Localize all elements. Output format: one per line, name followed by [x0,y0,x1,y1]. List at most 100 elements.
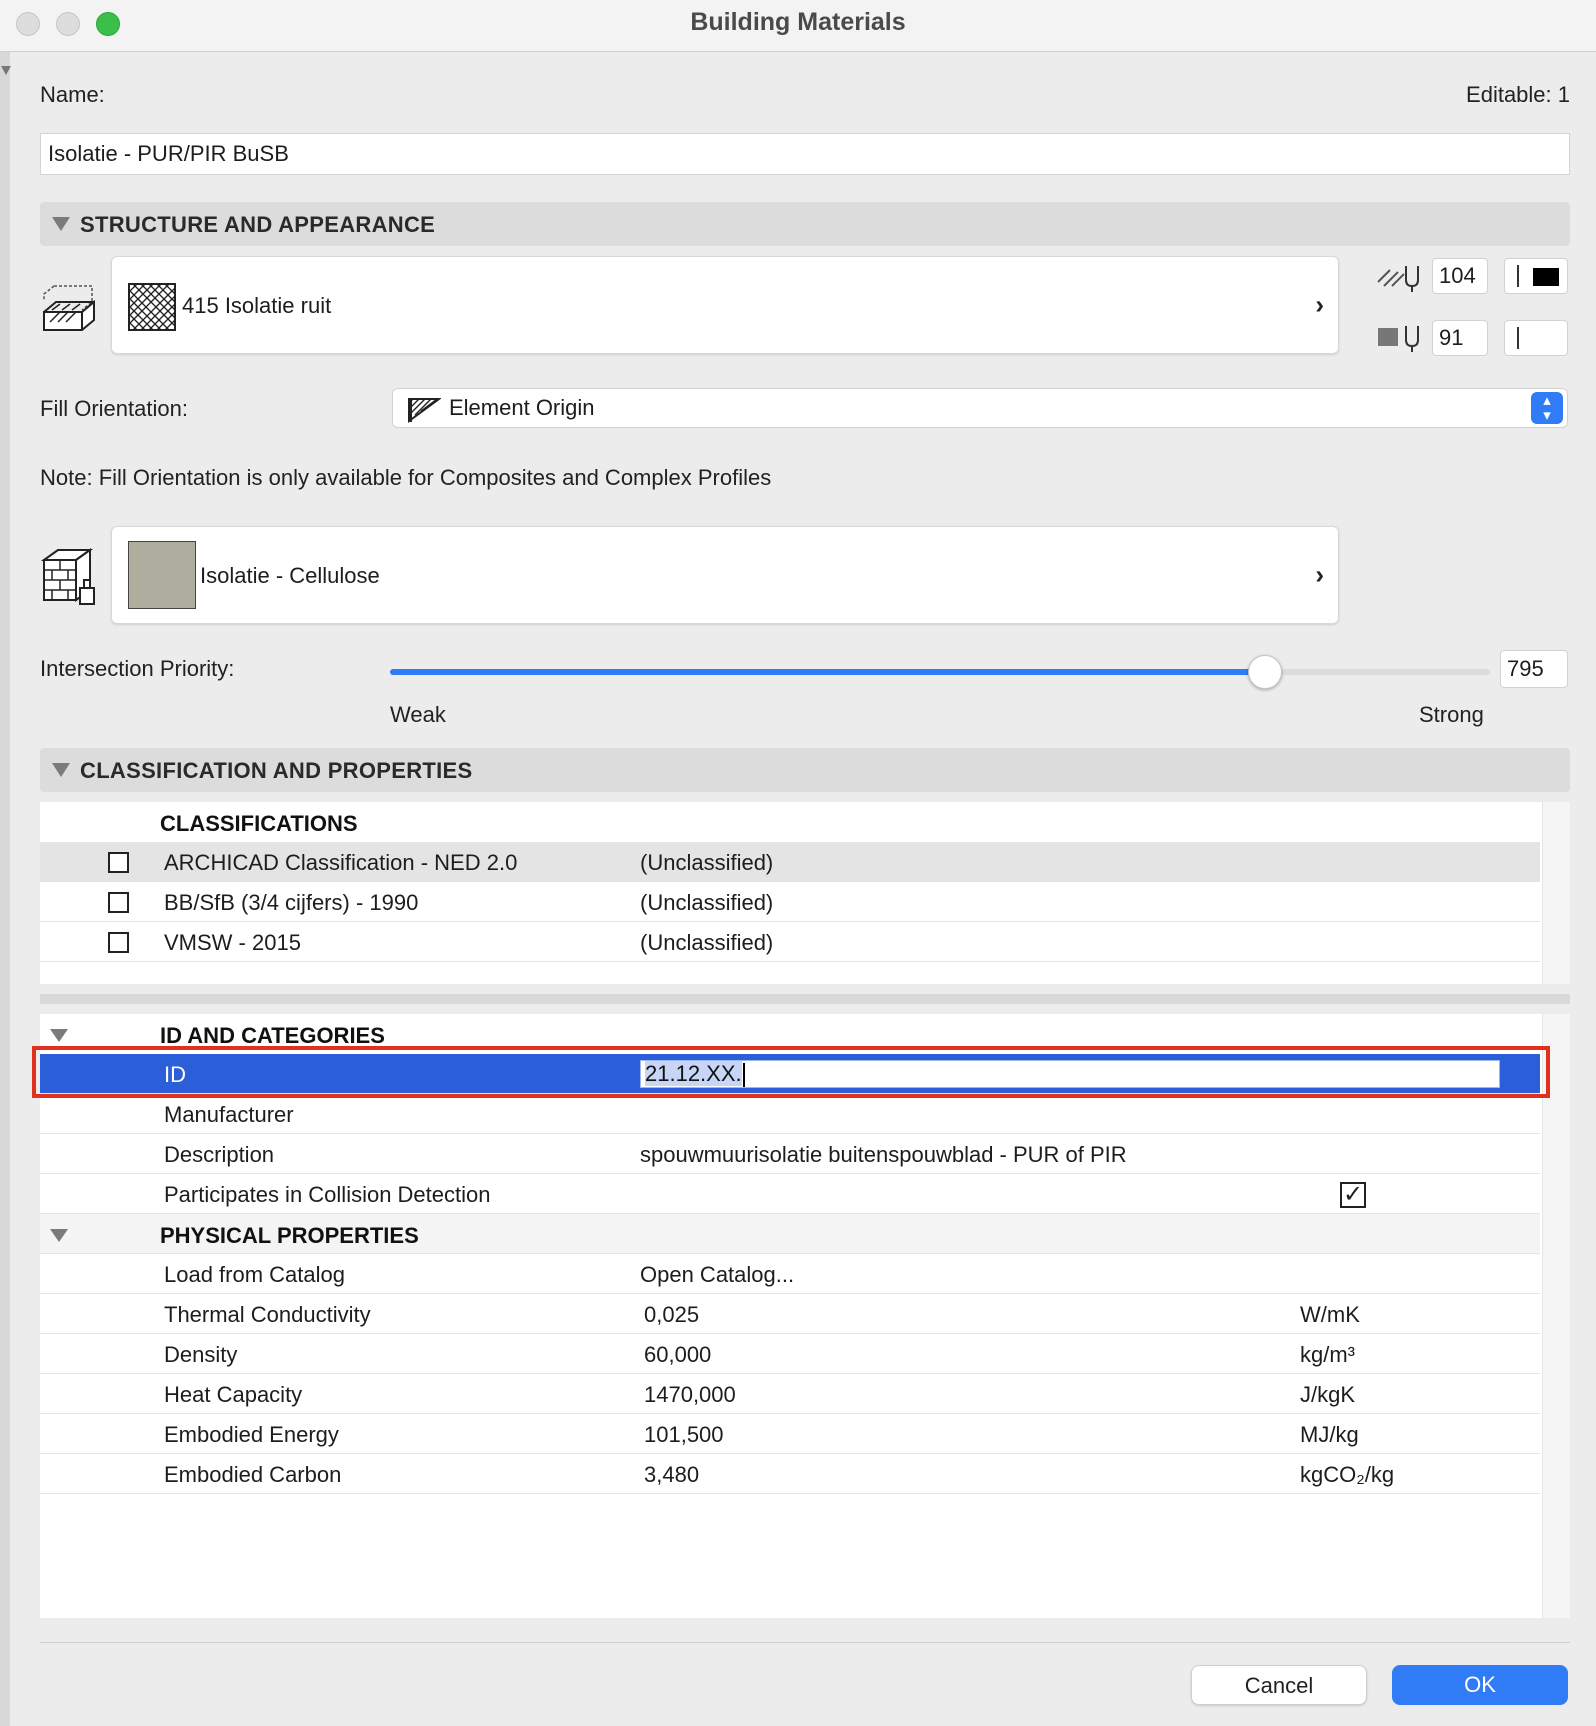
background-pen-field[interactable]: 91 [1432,320,1488,356]
title-bar: Building Materials [0,0,1596,52]
background-pen-icon [1378,326,1419,352]
classification-section-header[interactable]: CLASSIFICATION AND PROPERTIES [40,748,1570,792]
table-row[interactable]: ARCHICAD Classification - NED 2.0 (Uncla… [40,842,1540,882]
surface-swatch [128,541,196,609]
fill-orientation-value: Element Origin [449,395,595,420]
chevron-right-icon: › [1315,289,1324,320]
checkbox[interactable] [108,852,129,873]
property-value[interactable]: 3,480 [644,1462,699,1488]
disclosure-triangle-icon [50,1029,68,1042]
intersection-priority-slider[interactable] [390,655,1490,689]
property-name: Heat Capacity [164,1382,303,1407]
weak-label: Weak [390,702,446,727]
description-label: Description [164,1142,275,1167]
highlight-box [32,1046,1550,1098]
cancel-button[interactable]: Cancel [1191,1665,1367,1705]
property-name: Embodied Energy [164,1422,339,1447]
intersection-priority-field[interactable]: 795 [1500,650,1568,688]
table-row[interactable]: Load from Catalog Open Catalog... [40,1254,1540,1294]
footer-divider [40,1642,1570,1643]
editable-count: Editable: 1 [1466,82,1570,107]
property-unit: kg/m³ [1300,1342,1355,1367]
table-row[interactable]: VMSW - 2015 (Unclassified) [40,922,1540,962]
cut-fill-icon [43,285,95,331]
chevron-right-icon: › [1315,559,1324,590]
classification-name: VMSW - 2015 [164,930,301,955]
checkbox[interactable] [108,932,129,953]
table-row[interactable]: Density 60,000 kg/m³ [40,1334,1540,1374]
foreground-color-picker[interactable] [1504,258,1568,294]
splitter[interactable] [40,994,1570,1004]
classification-name: ARCHICAD Classification - NED 2.0 [164,850,518,875]
structure-section-header[interactable]: STRUCTURE AND APPEARANCE [40,202,1570,246]
surface-selector[interactable]: Isolatie - Cellulose › [111,526,1339,624]
fill-pen-icon [1377,266,1419,292]
foreground-pen-field[interactable]: 104 [1432,258,1488,294]
intersection-priority-label: Intersection Priority: [40,656,235,681]
collapse-arrow-icon [1,66,11,75]
property-value[interactable]: 60,000 [644,1342,711,1368]
classification-value[interactable]: (Unclassified) [640,930,773,956]
disclosure-triangle-icon [52,217,70,231]
table-row[interactable]: BB/SfB (3/4 cijfers) - 1990 (Unclassifie… [40,882,1540,922]
slider-thumb[interactable] [1247,655,1282,689]
slider-fill [390,669,1265,675]
ok-button[interactable]: OK [1392,1665,1568,1705]
properties-scrollbar[interactable] [1542,1014,1570,1618]
property-unit: J/kgK [1300,1382,1356,1407]
structure-section-title: STRUCTURE AND APPEARANCE [80,212,436,237]
fill-orientation-note: Note: Fill Orientation is only available… [40,465,772,490]
name-field[interactable]: Isolatie - PUR/PIR BuSB [40,133,1570,175]
cut-fill-selector[interactable]: 415 Isolatie ruit › [111,256,1339,354]
property-unit: kgCO₂/kg [1300,1462,1395,1487]
property-name: Thermal Conductivity [164,1302,371,1327]
table-row[interactable]: Embodied Carbon 3,480 kgCO₂/kg [40,1454,1540,1494]
surface-material-icon [40,548,95,605]
classification-section-title: CLASSIFICATION AND PROPERTIES [80,758,473,783]
cut-fill-name: 415 Isolatie ruit [182,293,332,318]
color-divider [1517,327,1519,349]
table-row[interactable]: Embodied Energy 101,500 MJ/kg [40,1414,1540,1454]
hatch-pattern-icon [128,283,176,331]
property-name: Embodied Carbon [164,1462,342,1487]
name-label: Name: [40,82,105,107]
classification-name: BB/SfB (3/4 cijfers) - 1990 [164,890,419,915]
classification-value[interactable]: (Unclassified) [640,850,773,876]
disclosure-triangle-icon [52,763,70,777]
dropdown-stepper-icon: ▴ ▾ [1531,392,1563,424]
collision-label: Participates in Collision Detection [164,1182,491,1207]
color-divider [1517,265,1519,287]
background-color-picker[interactable] [1504,320,1568,356]
physical-properties-header[interactable]: PHYSICAL PROPERTIES [40,1214,1540,1254]
manufacturer-label: Manufacturer [164,1102,294,1127]
catalog-label: Load from Catalog [164,1262,345,1287]
classifications-scrollbar[interactable] [1542,802,1570,984]
classifications-header-label: CLASSIFICATIONS [160,811,358,836]
open-catalog-link[interactable]: Open Catalog... [640,1262,794,1288]
properties-table: ID AND CATEGORIES ID 21.12.XX. Manufactu… [40,1014,1542,1618]
left-panel-edge [0,52,11,1726]
classifications-header: CLASSIFICATIONS [40,802,1540,842]
property-unit: MJ/kg [1300,1422,1359,1447]
property-value[interactable]: 101,500 [644,1422,724,1448]
table-row[interactable]: Heat Capacity 1470,000 J/kgK [40,1374,1540,1414]
collision-checkbox[interactable]: ✓ [1340,1182,1366,1208]
window-title: Building Materials [690,8,906,36]
fill-orientation-label: Fill Orientation: [40,396,188,421]
disclosure-triangle-icon [50,1229,68,1242]
classification-value[interactable]: (Unclassified) [640,890,773,916]
classifications-table: CLASSIFICATIONS ARCHICAD Classification … [40,802,1542,984]
property-value[interactable]: 1470,000 [644,1382,736,1408]
property-name: Density [164,1342,238,1367]
table-row[interactable]: Thermal Conductivity 0,025 W/mK [40,1294,1540,1334]
physical-properties-header-label: PHYSICAL PROPERTIES [160,1223,419,1248]
property-value[interactable]: 0,025 [644,1302,699,1328]
description-value[interactable]: spouwmuurisolatie buitenspouwblad - PUR … [640,1142,1127,1168]
element-origin-icon [408,398,441,423]
table-row[interactable]: Description spouwmuurisolatie buitenspou… [40,1134,1540,1174]
table-row[interactable]: Manufacturer [40,1094,1540,1134]
checkbox[interactable] [108,892,129,913]
surface-name: Isolatie - Cellulose [200,563,380,588]
fill-orientation-dropdown[interactable]: Element Origin ▴ ▾ [392,388,1568,428]
table-row[interactable]: Participates in Collision Detection ✓ [40,1174,1540,1214]
